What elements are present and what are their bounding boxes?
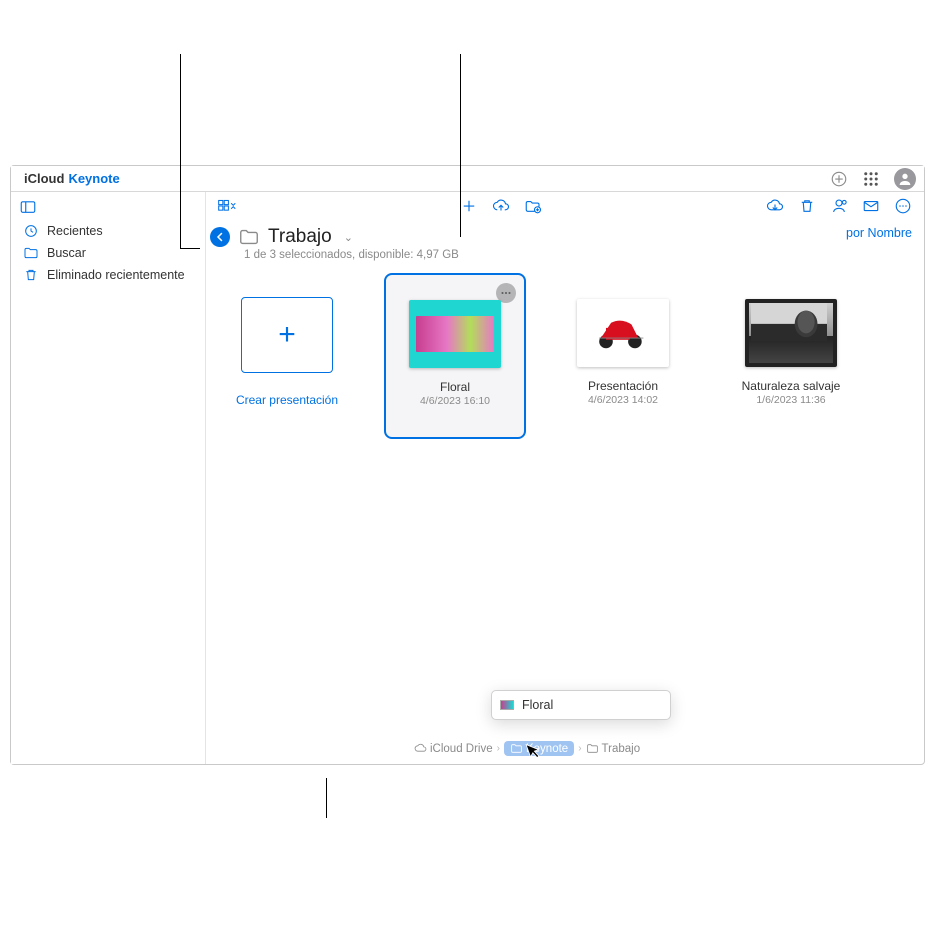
breadcrumb-label: iCloud Drive <box>430 743 493 755</box>
chevron-right-icon: › <box>578 743 581 754</box>
trash-icon <box>23 267 39 283</box>
download-cloud-icon[interactable] <box>766 197 784 215</box>
sidebar-item-recents[interactable]: Recientes <box>11 220 205 242</box>
file-thumbnail <box>745 299 837 367</box>
drag-preview: Floral <box>491 690 671 720</box>
drag-label: Floral <box>522 698 553 712</box>
callout-line <box>326 778 327 818</box>
sidebar: Recientes Buscar Eliminado recientemente <box>11 192 206 764</box>
file-name: Floral <box>440 380 470 394</box>
more-actions-icon[interactable] <box>894 197 912 215</box>
sidebar-item-label: Eliminado recientemente <box>47 268 185 282</box>
selection-status: 1 de 3 seleccionados, disponible: 4,97 G… <box>210 249 459 261</box>
folder-icon <box>238 226 260 248</box>
folder-icon <box>510 742 523 755</box>
drag-thumbnail <box>500 700 514 710</box>
account-avatar[interactable] <box>894 168 916 190</box>
chevron-right-icon: › <box>497 743 500 754</box>
upload-cloud-icon[interactable] <box>492 197 510 215</box>
sidebar-item-browse[interactable]: Buscar <box>11 242 205 264</box>
file-date: 4/6/2023 14:02 <box>588 394 658 406</box>
breadcrumb-label: Trabajo <box>602 743 641 755</box>
file-name: Naturaleza salvaje <box>742 379 841 393</box>
breadcrumb-trabajo[interactable]: Trabajo <box>586 742 641 755</box>
chevron-down-icon[interactable]: ⌄ <box>344 231 353 244</box>
collaborate-icon[interactable] <box>830 197 848 215</box>
add-icon[interactable] <box>830 170 848 188</box>
callout-line <box>180 54 181 249</box>
folder-icon <box>23 245 39 261</box>
sort-button[interactable]: por Nombre <box>846 226 912 240</box>
file-thumbnail <box>409 300 501 368</box>
callout-line <box>180 248 200 249</box>
create-label: Crear presentación <box>236 393 338 407</box>
sidebar-item-label: Recientes <box>47 224 103 238</box>
file-name: Presentación <box>588 379 658 393</box>
content-pane: Trabajo ⌄ 1 de 3 seleccionados, disponib… <box>206 192 924 764</box>
file-date: 1/6/2023 11:36 <box>756 394 825 406</box>
file-card-presentacion[interactable]: Presentación 4/6/2023 14:02 <box>554 275 692 406</box>
delete-icon[interactable] <box>798 197 816 215</box>
cloud-icon <box>414 742 427 755</box>
new-folder-icon[interactable] <box>524 197 542 215</box>
app-window: iCloud Keynote Recientes <box>10 165 925 765</box>
sidebar-item-trash[interactable]: Eliminado recientemente <box>11 264 205 286</box>
file-card-floral[interactable]: Floral 4/6/2023 16:10 <box>386 275 524 437</box>
breadcrumb-root[interactable]: iCloud Drive <box>414 742 493 755</box>
callout-line <box>460 54 461 237</box>
content-toolbar <box>206 192 924 220</box>
plus-icon[interactable]: + <box>241 297 333 373</box>
back-button[interactable] <box>210 227 230 247</box>
create-presentation-button[interactable]: + Crear presentación <box>218 275 356 407</box>
toggle-sidebar-icon[interactable] <box>19 198 37 216</box>
folder-title[interactable]: Trabajo <box>268 226 332 248</box>
app-name-label: Keynote <box>68 171 119 186</box>
file-date: 4/6/2023 16:10 <box>420 395 490 407</box>
new-item-icon[interactable] <box>460 197 478 215</box>
file-thumbnail <box>577 299 669 367</box>
share-mail-icon[interactable] <box>862 197 880 215</box>
apps-grid-icon[interactable] <box>862 170 880 188</box>
clock-icon <box>23 223 39 239</box>
file-card-naturaleza[interactable]: Naturaleza salvaje 1/6/2023 11:36 <box>722 275 860 406</box>
sidebar-item-label: Buscar <box>47 246 86 260</box>
folder-icon <box>586 742 599 755</box>
file-grid: + Crear presentación Floral 4/6/2023 16:… <box>206 261 924 451</box>
view-mode-switch[interactable] <box>218 197 236 215</box>
icloud-label: iCloud <box>24 171 64 186</box>
titlebar: iCloud Keynote <box>11 166 924 192</box>
